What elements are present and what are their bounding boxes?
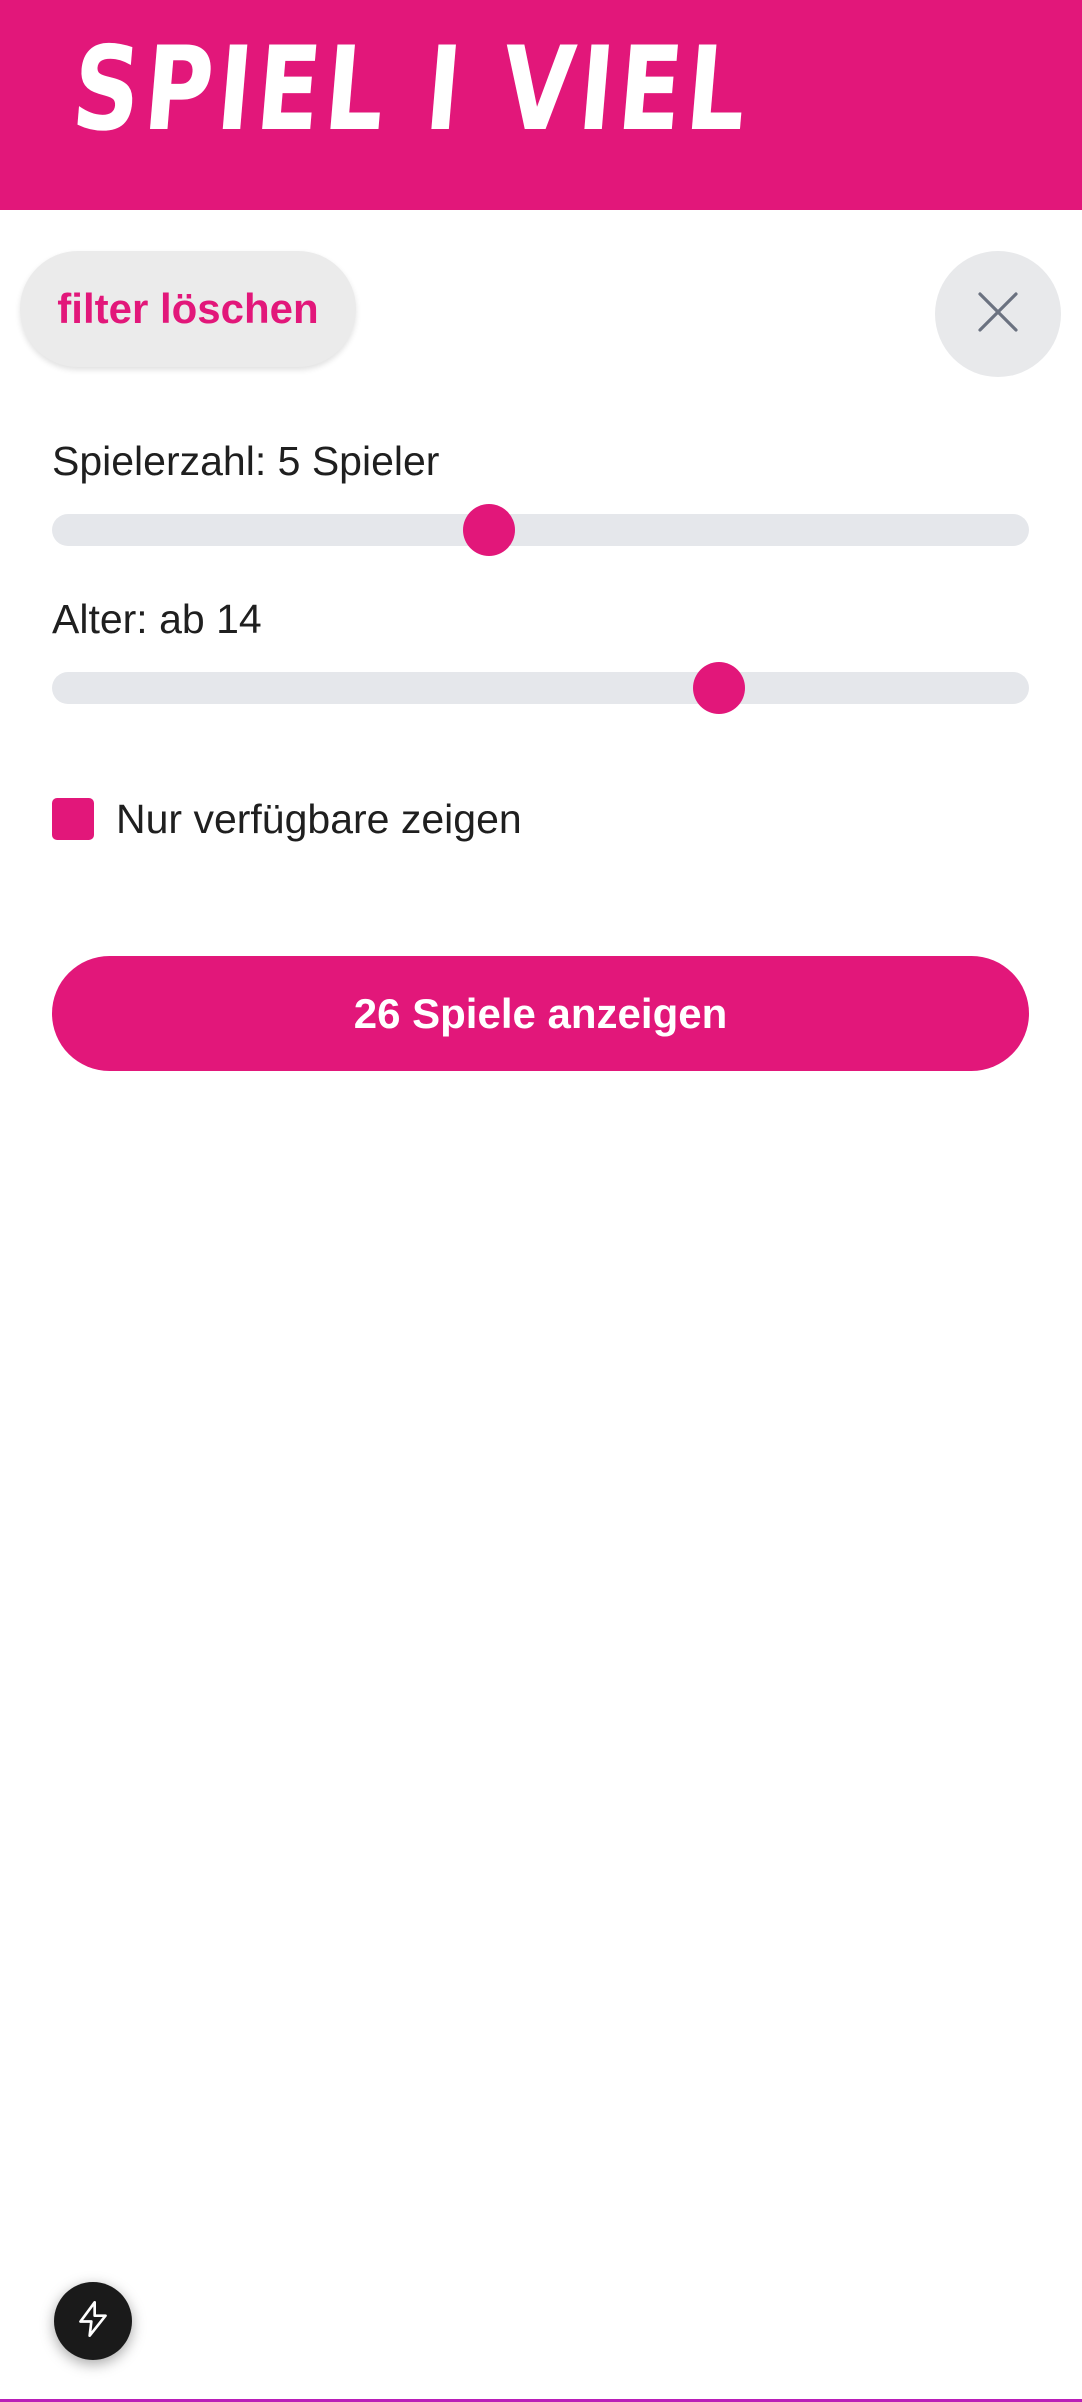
available-only-option[interactable]: Nur verfügbare zeigen <box>52 796 522 843</box>
player-count-label: Spielerzahl: 5 Spieler <box>52 438 440 484</box>
slider-thumb[interactable] <box>693 662 746 714</box>
app-logo[interactable]: SPIEL I VIEL <box>67 22 756 157</box>
slider-track[interactable] <box>52 672 1029 704</box>
close-button[interactable] <box>935 251 1061 377</box>
filter-page: SPIEL I VIEL filter löschen Spielerzahl:… <box>0 0 1082 2402</box>
quick-action-button[interactable] <box>54 2282 132 2360</box>
age-slider[interactable] <box>52 662 1029 714</box>
age-label: Alter: ab 14 <box>52 596 262 642</box>
slider-thumb[interactable] <box>462 504 515 556</box>
close-icon <box>976 290 1020 339</box>
show-games-button[interactable]: 26 Spiele anzeigen <box>52 956 1029 1071</box>
slider-track[interactable] <box>52 514 1029 546</box>
player-count-slider[interactable] <box>52 504 1029 556</box>
available-only-label[interactable]: Nur verfügbare zeigen <box>116 796 522 843</box>
available-only-checkbox[interactable] <box>52 798 94 840</box>
clear-filter-button[interactable]: filter löschen <box>20 251 356 367</box>
app-header: SPIEL I VIEL <box>0 0 1082 210</box>
lightning-icon <box>73 2299 113 2344</box>
